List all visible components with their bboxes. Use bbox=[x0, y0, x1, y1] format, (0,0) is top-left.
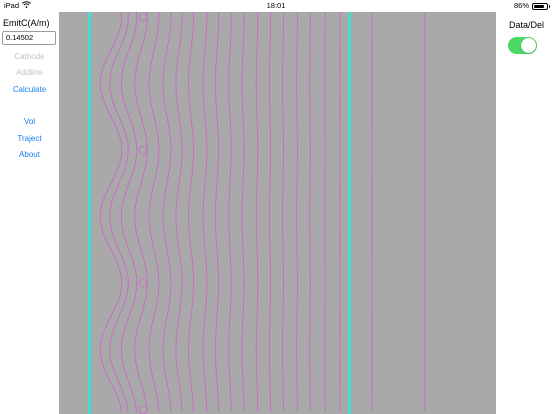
toggle-knob bbox=[521, 38, 536, 53]
equipotential-line bbox=[228, 12, 232, 413]
cathode-button[interactable]: Cathode bbox=[0, 52, 59, 61]
calculate-button[interactable]: Calculate bbox=[0, 85, 59, 94]
equipotential-line bbox=[255, 12, 259, 412]
field-plot-canvas[interactable] bbox=[59, 12, 496, 414]
vol-button[interactable]: Vol bbox=[0, 117, 59, 126]
equipotential-line bbox=[309, 12, 311, 412]
equipotential-line bbox=[175, 12, 183, 413]
anode-electrode bbox=[348, 12, 351, 414]
equipotential-line bbox=[296, 12, 298, 413]
equipotential-line bbox=[214, 12, 220, 412]
traject-button[interactable]: Traject bbox=[0, 134, 59, 143]
right-panel: Data/Del bbox=[496, 12, 552, 414]
equipotential-line bbox=[188, 12, 194, 413]
equipotential-line bbox=[202, 12, 208, 413]
field-loop-mark bbox=[138, 405, 148, 414]
battery-percent: 86% bbox=[513, 1, 529, 10]
field-loop-mark bbox=[138, 278, 148, 288]
field-loop-mark bbox=[138, 12, 148, 22]
battery-icon bbox=[532, 2, 550, 10]
equipotential-line bbox=[241, 12, 245, 413]
data-del-label: Data/Del bbox=[508, 20, 544, 30]
addline-button[interactable]: Addline bbox=[0, 68, 59, 77]
equipotential-line bbox=[282, 12, 284, 413]
cathode-electrode bbox=[88, 12, 91, 414]
clock: 18:01 bbox=[266, 1, 286, 10]
field-plot-svg bbox=[88, 12, 426, 414]
status-bar: iPad 18:01 86% bbox=[0, 0, 552, 12]
equipotential-line bbox=[148, 12, 160, 413]
left-panel: EmitC(A/m) 0.14502 Cathode Addline Calcu… bbox=[0, 12, 59, 414]
emit-current-input[interactable]: 0.14502 bbox=[2, 31, 56, 45]
equipotential-line bbox=[109, 12, 129, 413]
data-del-toggle[interactable] bbox=[508, 37, 537, 54]
equipotential-line bbox=[162, 12, 172, 413]
equipotential-line bbox=[268, 12, 272, 412]
about-button[interactable]: About bbox=[0, 150, 59, 159]
emit-label: EmitC(A/m) bbox=[3, 18, 50, 28]
equipotential-line bbox=[134, 12, 148, 413]
field-loop-mark bbox=[138, 145, 148, 155]
